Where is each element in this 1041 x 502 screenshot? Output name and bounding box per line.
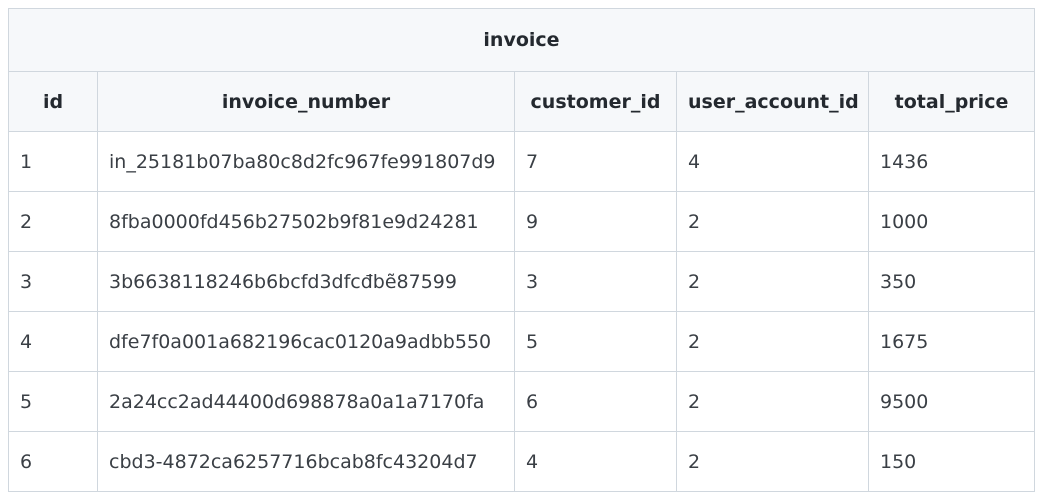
cell-total-price: 1436 (868, 131, 1035, 192)
cell-id: 2 (8, 191, 98, 252)
column-header-id: id (8, 71, 98, 132)
cell-invoice-number: 3b6638118246b6bcfd3dfcđbẽ87599 (97, 251, 515, 312)
cell-total-price: 9500 (868, 371, 1035, 432)
cell-customer-id: 7 (514, 131, 677, 192)
cell-user-account-id: 4 (676, 131, 869, 192)
column-header-total-price: total_price (868, 71, 1035, 132)
cell-user-account-id: 2 (676, 431, 869, 492)
table-row: 3 3b6638118246b6bcfd3dfcđbẽ87599 3 2 350 (8, 251, 1035, 312)
cell-customer-id: 6 (514, 371, 677, 432)
cell-customer-id: 4 (514, 431, 677, 492)
cell-id: 4 (8, 311, 98, 372)
column-header-invoice-number: invoice_number (97, 71, 515, 132)
cell-user-account-id: 2 (676, 191, 869, 252)
column-header-user-account-id: user_account_id (676, 71, 869, 132)
cell-total-price: 150 (868, 431, 1035, 492)
cell-user-account-id: 2 (676, 311, 869, 372)
cell-customer-id: 3 (514, 251, 677, 312)
table-title: invoice (8, 8, 1035, 72)
cell-total-price: 350 (868, 251, 1035, 312)
table-row: 2 8fba0000fd456b27502b9f81e9d24281 9 2 1… (8, 191, 1035, 252)
cell-id: 3 (8, 251, 98, 312)
cell-total-price: 1675 (868, 311, 1035, 372)
cell-invoice-number: 2a24cc2ad44400d698878a0a1a7170fa (97, 371, 515, 432)
table-row: 4 dfe7f0a001a682196cac0120a9adbb550 5 2 … (8, 311, 1035, 372)
table-row: 5 2a24cc2ad44400d698878a0a1a7170fa 6 2 9… (8, 371, 1035, 432)
table-header-row: id invoice_number customer_id user_accou… (8, 71, 1035, 132)
invoice-table: invoice id invoice_number customer_id us… (8, 8, 1035, 492)
cell-user-account-id: 2 (676, 251, 869, 312)
cell-customer-id: 5 (514, 311, 677, 372)
table-row: 1 in_25181b07ba80c8d2fc967fe991807d9 7 4… (8, 131, 1035, 192)
cell-invoice-number: 8fba0000fd456b27502b9f81e9d24281 (97, 191, 515, 252)
cell-id: 5 (8, 371, 98, 432)
cell-id: 6 (8, 431, 98, 492)
cell-invoice-number: dfe7f0a001a682196cac0120a9adbb550 (97, 311, 515, 372)
cell-customer-id: 9 (514, 191, 677, 252)
column-header-customer-id: customer_id (514, 71, 677, 132)
cell-user-account-id: 2 (676, 371, 869, 432)
table-row: 6 cbd3-4872ca6257716bcab8fc43204d7 4 2 1… (8, 431, 1035, 492)
cell-total-price: 1000 (868, 191, 1035, 252)
cell-invoice-number: cbd3-4872ca6257716bcab8fc43204d7 (97, 431, 515, 492)
table-title-row: invoice (8, 8, 1035, 72)
cell-invoice-number: in_25181b07ba80c8d2fc967fe991807d9 (97, 131, 515, 192)
cell-id: 1 (8, 131, 98, 192)
